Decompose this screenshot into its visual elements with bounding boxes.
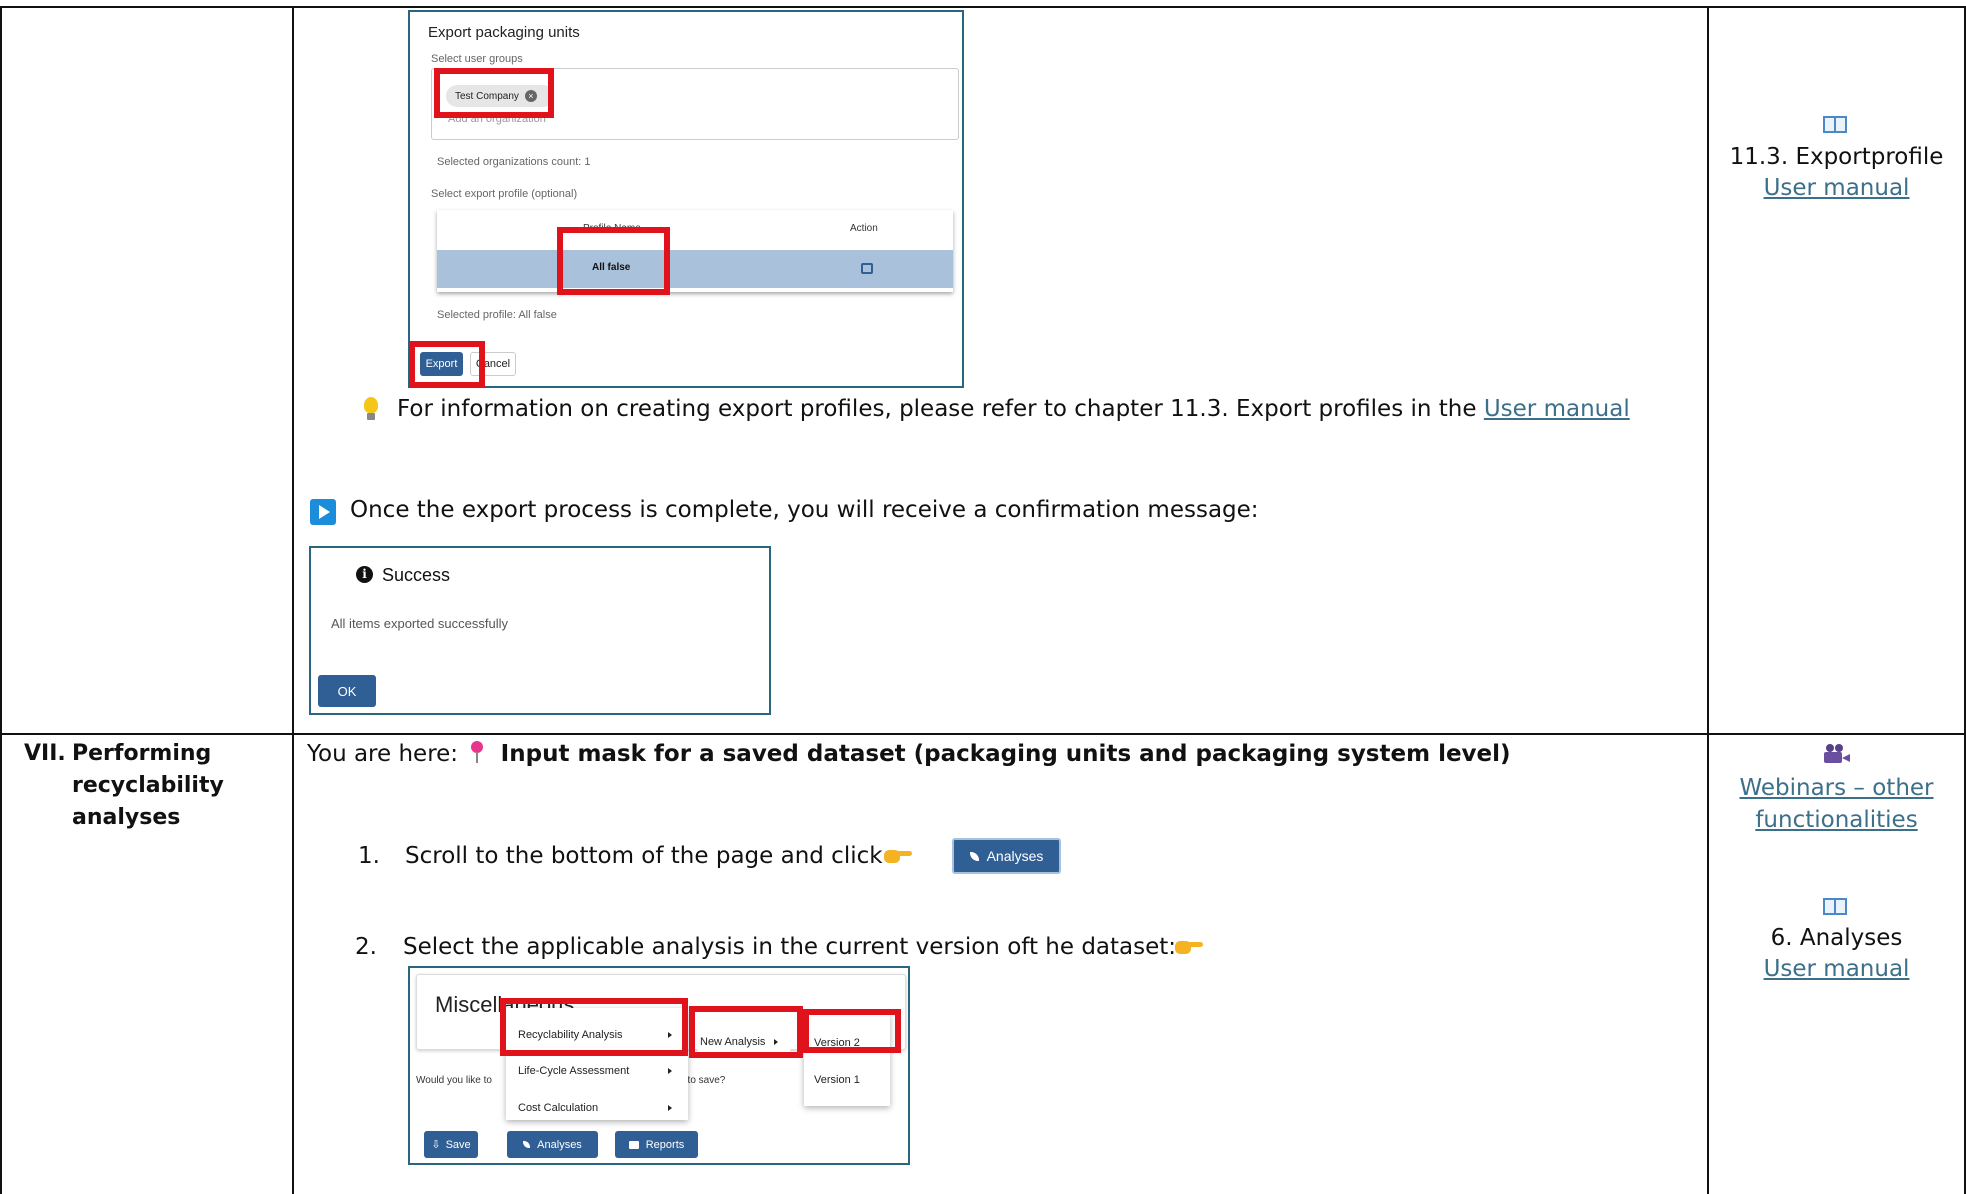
profile-label: Select export profile (optional) <box>431 188 578 200</box>
menu-item-cost[interactable]: Cost Calculation <box>518 1102 598 1114</box>
analyses-button[interactable]: Analyses <box>952 838 1061 874</box>
profile-row[interactable]: All false <box>437 250 953 288</box>
reports-button[interactable]: Reports <box>615 1131 698 1158</box>
highlight-export <box>409 341 485 388</box>
tip-line: For information on creating export profi… <box>397 396 1630 422</box>
analysis-menu-screenshot: Miscellaneous Would you like to t to sav… <box>408 966 910 1165</box>
user-manual-link[interactable]: User manual <box>1764 956 1910 982</box>
table-left-border <box>0 6 2 1194</box>
export-dialog-screenshot: Export packaging units Select user group… <box>408 10 964 388</box>
analyses-small-button[interactable]: Analyses <box>507 1131 598 1158</box>
pushpin-icon <box>469 741 485 765</box>
caret-right-icon <box>668 1105 672 1111</box>
section-title-2: recyclability <box>72 773 224 798</box>
leaf-icon <box>523 1141 531 1148</box>
leaf-icon <box>969 851 979 861</box>
table-top-border <box>0 6 1966 8</box>
save-button[interactable]: ⇩ Save <box>424 1131 478 1158</box>
pointing-hand-icon <box>884 846 912 864</box>
profile-table: Profile Name Action All false <box>437 210 953 292</box>
step2-text: Select the applicable analysis in the cu… <box>403 934 1177 960</box>
webinars-link-cont[interactable]: functionalities <box>1755 807 1917 833</box>
confirmation-text: Once the export process is complete, you… <box>350 497 1259 523</box>
step1-number: 1. <box>358 843 380 869</box>
webinars-link-line-2: functionalities <box>1709 807 1964 833</box>
menu-item-lca[interactable]: Life-Cycle Assessment <box>518 1065 629 1077</box>
col-divider-1 <box>292 6 294 1194</box>
dialog-title: Export packaging units <box>428 24 580 41</box>
you-are-here-label: You are here: <box>307 741 459 767</box>
ok-button[interactable]: OK <box>318 675 376 707</box>
edit-icon[interactable] <box>861 263 873 274</box>
highlight-chip <box>434 68 554 118</box>
row-divider <box>0 733 1966 735</box>
menu-item-version1[interactable]: Version 1 <box>814 1074 860 1086</box>
book-icon <box>1823 116 1849 136</box>
info-icon: i <box>356 566 373 583</box>
section-number: VII. <box>24 741 66 766</box>
step1-text: Scroll to the bottom of the page and cli… <box>405 843 883 869</box>
analyses-button-label: Analyses <box>986 848 1044 864</box>
highlight-recyclability <box>500 998 688 1056</box>
play-button-icon <box>310 499 336 525</box>
success-dialog-screenshot: i Success All items exported successfull… <box>309 546 771 715</box>
question-text-b: t to save? <box>682 1075 726 1086</box>
user-manual-link-top: User manual <box>1709 175 1964 201</box>
tip-user-manual-link[interactable]: User manual <box>1484 396 1630 422</box>
tip-text: For information on creating export profi… <box>397 396 1484 422</box>
pointing-hand-icon <box>1175 937 1203 955</box>
highlight-profile <box>557 227 670 295</box>
highlight-version2 <box>803 1009 901 1053</box>
user-manual-link-bottom: User manual <box>1709 956 1964 982</box>
ref-analyses: 6. Analyses <box>1770 925 1903 951</box>
success-title: Success <box>382 565 451 585</box>
lightbulb-icon <box>364 397 378 413</box>
location-text: Input mask for a saved dataset (packagin… <box>500 741 1511 767</box>
ref-exportprofile: 11.3. Exportprofile <box>1729 144 1944 170</box>
save-icon: ⇩ <box>431 1139 441 1151</box>
section-title-1: Performing <box>72 741 212 766</box>
lightbulb-base <box>367 413 375 420</box>
question-text-a: Would you like to <box>416 1075 492 1086</box>
step2-number: 2. <box>355 934 377 960</box>
caret-right-icon <box>668 1068 672 1074</box>
user-manual-link[interactable]: User manual <box>1764 175 1910 201</box>
col-action: Action <box>850 223 878 234</box>
selected-profile: Selected profile: All false <box>437 309 557 321</box>
highlight-new-analysis <box>689 1006 803 1058</box>
webinars-link-line-1: Webinars – other <box>1709 775 1964 801</box>
book-icon <box>1823 898 1849 918</box>
folder-icon <box>628 1140 639 1149</box>
section-title-3: analyses <box>72 805 181 830</box>
user-groups-label: Select user groups <box>431 53 523 65</box>
you-are-here-line: You are here: Input mask for a saved dat… <box>307 741 1511 767</box>
webinars-link[interactable]: Webinars – other <box>1739 775 1933 801</box>
selected-count: Selected organizations count: 1 <box>437 156 591 168</box>
section-vii-heading: VII. Performing recyclability analyses <box>24 738 224 830</box>
success-message: All items exported successfully <box>331 616 509 631</box>
film-camera-icon <box>1824 744 1850 764</box>
